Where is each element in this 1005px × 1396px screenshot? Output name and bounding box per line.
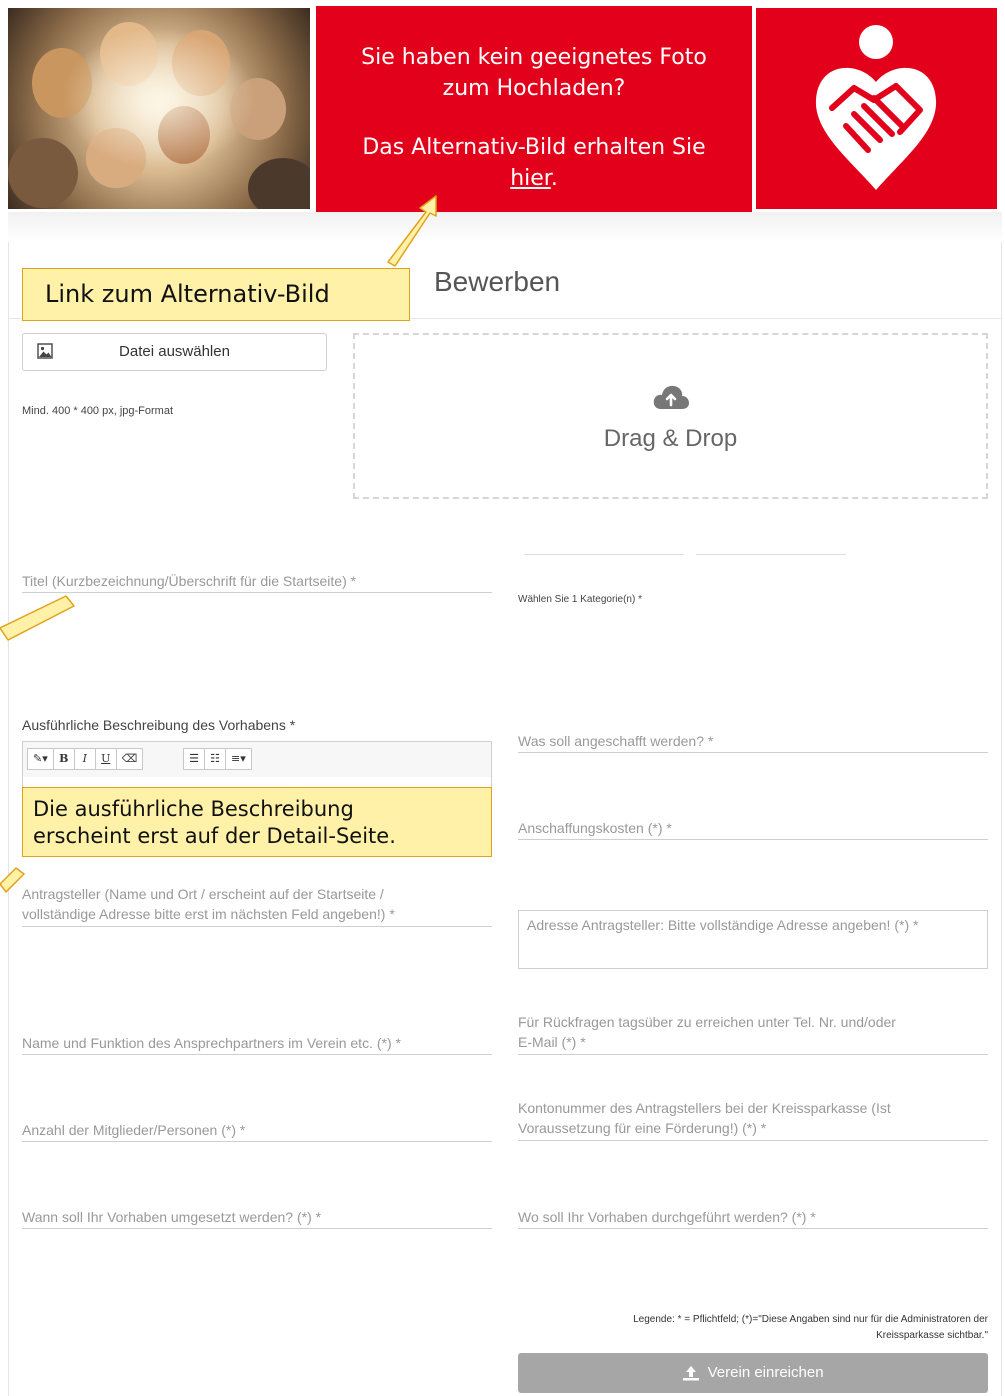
callout-description: Die ausführliche Beschreibung erscheint … bbox=[22, 787, 492, 857]
callout-arrows bbox=[0, 195, 437, 893]
callout-alt-image: Link zum Alternativ-Bild bbox=[22, 268, 410, 321]
